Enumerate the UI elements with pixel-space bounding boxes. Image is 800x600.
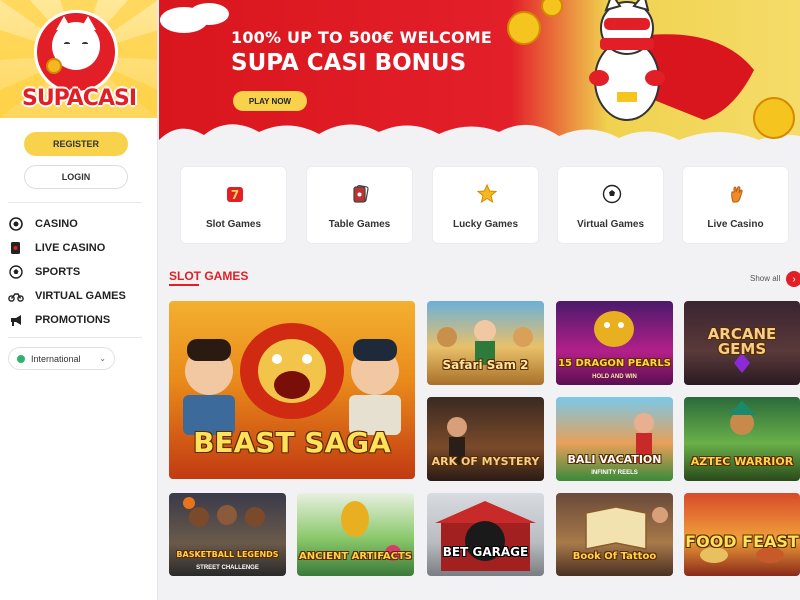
- game-art: [341, 501, 401, 561]
- game-title: ANCIENT ARTIFACTS: [299, 551, 412, 562]
- nav-item-promotions[interactable]: PROMOTIONS: [8, 308, 148, 332]
- cards-icon: [8, 240, 24, 256]
- game-tile-beast-saga[interactable]: BEAST SAGA: [169, 301, 415, 479]
- game-tile-ancient-artifacts[interactable]: ANCIENT ARTIFACTS: [297, 493, 414, 576]
- section-title: SLOT GAMES: [169, 269, 249, 283]
- game-tile-bali-vacation[interactable]: BALI VACATION INFINITY REELS: [556, 397, 673, 481]
- category-label: Slot Games: [205, 219, 262, 230]
- divider: [8, 202, 142, 203]
- game-tile-book-of-tattoo[interactable]: Book Of Tattoo: [556, 493, 673, 576]
- brand-name: SUPACASI: [21, 86, 137, 111]
- cat-eye-left: [64, 42, 70, 45]
- category-label: Lucky Games: [452, 219, 519, 230]
- game-art: [437, 320, 533, 365]
- game-title: BET GARAGE: [442, 545, 529, 559]
- nav-item-virtual-games[interactable]: VIRTUAL GAMES: [8, 284, 148, 308]
- game-title: FOOD FEAST: [685, 532, 799, 551]
- divider: [8, 337, 142, 338]
- game-tile-aztec-warrior[interactable]: AZTEC WARRIOR: [684, 397, 800, 481]
- game-tile-basketball-legends[interactable]: BASKETBALL LEGENDS STREET CHALLENGE: [169, 493, 286, 576]
- supacat-mascot-icon: [507, 0, 795, 139]
- soccer-ball-icon: [601, 183, 623, 205]
- game-title: ARCANE GEMS: [707, 325, 777, 358]
- game-subtitle: INFINITY REELS: [591, 470, 638, 476]
- banner-title: SUPA CASI BONUS: [231, 50, 467, 76]
- nav-item-label: CASINO: [35, 218, 78, 230]
- game-title: ARK OF MYSTERY: [431, 455, 540, 468]
- game-art: [435, 501, 536, 571]
- game-title: AZTEC WARRIOR: [690, 455, 794, 468]
- section-underline: [169, 284, 199, 286]
- register-button[interactable]: REGISTER: [24, 132, 128, 156]
- cloud-decoration: [160, 3, 229, 33]
- nav-item-label: SPORTS: [35, 266, 81, 278]
- nav-item-casino[interactable]: CASINO: [8, 212, 148, 236]
- game-subtitle: HOLD AND WIN: [592, 374, 637, 380]
- game-art: [594, 311, 634, 347]
- cat-eye-right: [82, 42, 88, 45]
- category-slot-games[interactable]: 7 Slot Games: [180, 166, 287, 244]
- banner-headline: 100% UP TO 500€ WELCOME: [231, 28, 493, 47]
- game-title: 15 DRAGON PEARLS: [558, 358, 671, 369]
- play-now-button[interactable]: PLAY NOW: [233, 91, 307, 111]
- game-tile-15-dragon-pearls[interactable]: 15 DRAGON PEARLS HOLD AND WIN: [556, 301, 673, 385]
- game-art: [183, 497, 265, 527]
- category-row: 7 Slot Games Table Games Lucky Games Vir…: [180, 166, 800, 244]
- nav-item-label: PROMOTIONS: [35, 314, 111, 326]
- show-all-link[interactable]: Show all: [750, 274, 780, 283]
- game-title: BALI VACATION: [567, 453, 662, 466]
- game-title: Safari Sam 2: [442, 358, 529, 372]
- game-tile-ark-of-mystery[interactable]: ARK OF MYSTERY: [427, 397, 544, 481]
- game-title: BEAST SAGA: [193, 426, 391, 459]
- game-art: [728, 401, 756, 435]
- category-live-casino[interactable]: Live Casino: [682, 166, 789, 244]
- nav-item-live-casino[interactable]: LIVE CASINO: [8, 236, 148, 260]
- sidebar: SUPACASI REGISTER LOGIN CASINO LIVE CASI…: [0, 0, 158, 600]
- login-button[interactable]: LOGIN: [24, 165, 128, 189]
- game-tile-bet-garage[interactable]: BET GARAGE: [427, 493, 544, 576]
- category-lucky-games[interactable]: Lucky Games: [432, 166, 539, 244]
- category-label: Virtual Games: [576, 219, 645, 230]
- game-art: [634, 413, 654, 463]
- nav-item-label: LIVE CASINO: [35, 242, 106, 254]
- globe-icon: [17, 354, 25, 363]
- game-art: [585, 506, 668, 550]
- slot-seven-icon: 7: [224, 183, 246, 205]
- game-tile-food-feast[interactable]: FOOD FEAST: [684, 493, 800, 576]
- soccer-ball-icon: [8, 264, 24, 280]
- game-title: BASKETBALL LEGENDS: [176, 550, 279, 559]
- motorbike-icon: [8, 288, 24, 304]
- language-label: International: [31, 353, 81, 364]
- category-label: Live Casino: [707, 219, 764, 230]
- promo-banner[interactable]: 100% UP TO 500€ WELCOME SUPA CASI BONUS …: [159, 0, 800, 160]
- game-tile-arcane-gems[interactable]: ARCANE GEMS: [684, 301, 800, 385]
- chevron-right-icon[interactable]: ›: [786, 271, 800, 287]
- game-title: Book Of Tattoo: [572, 551, 657, 562]
- coin-icon: [46, 58, 62, 74]
- category-virtual-games[interactable]: Virtual Games: [557, 166, 664, 244]
- category-table-games[interactable]: Table Games: [306, 166, 413, 244]
- playing-card-icon: [350, 183, 372, 205]
- svg-text:7: 7: [231, 188, 239, 202]
- language-selector[interactable]: International ⌄: [8, 347, 115, 370]
- chevron-down-icon: ⌄: [99, 354, 106, 363]
- game-subtitle: STREET CHALLENGE: [196, 565, 259, 571]
- category-label: Table Games: [328, 219, 391, 230]
- game-tile-safari-sam[interactable]: Safari Sam 2: [427, 301, 544, 385]
- megaphone-icon: [8, 312, 24, 328]
- nav-item-sports[interactable]: SPORTS: [8, 260, 148, 284]
- casino-chip-icon: [8, 216, 24, 232]
- hand-icon: [726, 183, 748, 205]
- game-art: [447, 417, 467, 465]
- main-nav: CASINO LIVE CASINO SPORTS VIRTUAL GAMES …: [8, 212, 148, 332]
- star-icon: [476, 183, 498, 205]
- nav-item-label: VIRTUAL GAMES: [35, 290, 126, 302]
- brand-logo[interactable]: SUPACASI: [0, 0, 157, 118]
